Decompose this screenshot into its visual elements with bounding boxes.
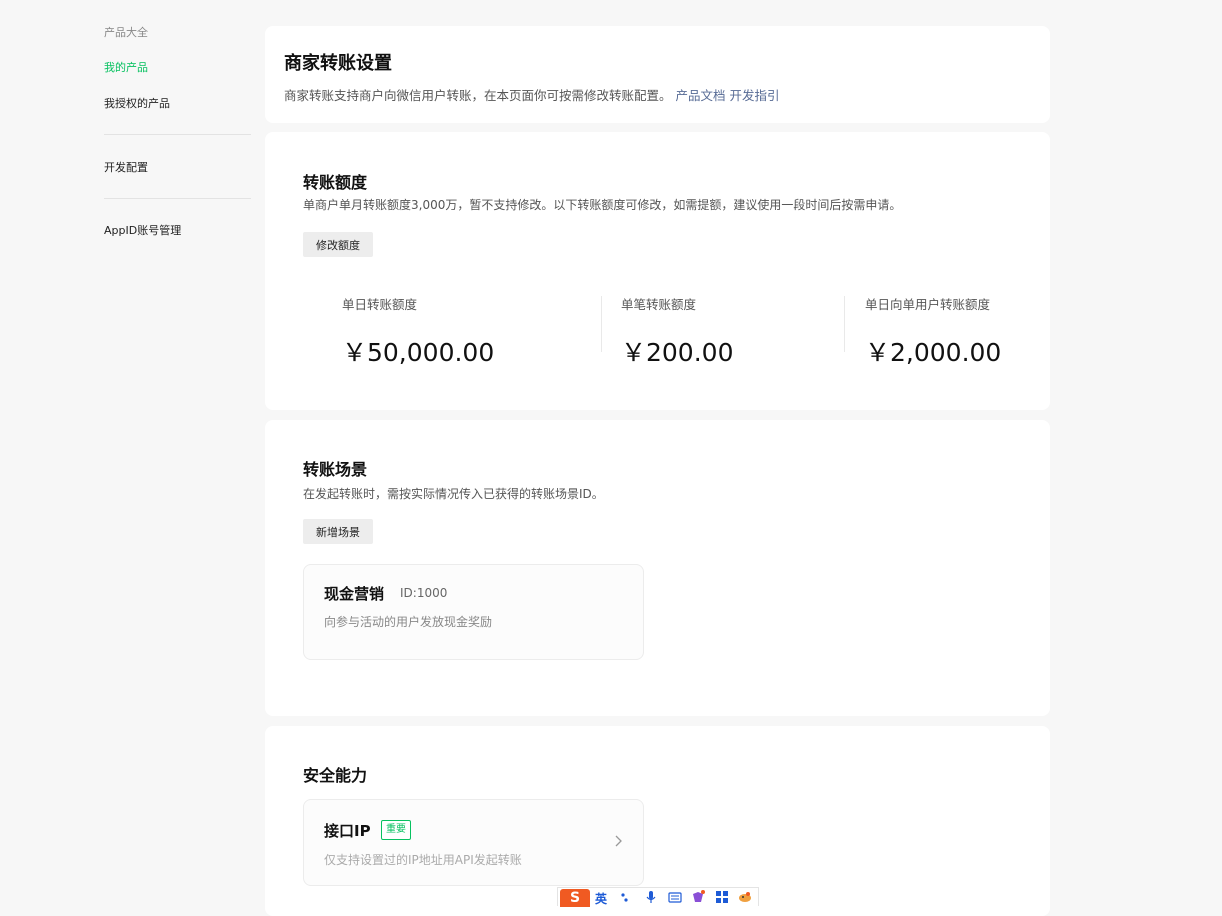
interface-ip-description: 仅支持设置过的IP地址用API发起转账 <box>324 853 522 867</box>
limit-label: 单日转账额度 <box>342 297 418 312</box>
transfer-scene-card: 转账场景 在发起转账时，需按实际情况传入已获得的转账场景ID。 新增场景 现金营… <box>265 420 1050 716</box>
scene-description: 向参与活动的用户发放现金奖励 <box>324 615 493 629</box>
sogou-logo-icon[interactable]: S <box>560 889 590 907</box>
dev-guide-link[interactable]: 开发指引 <box>730 88 780 103</box>
scene-name: 现金营销 <box>324 585 385 603</box>
scene-section-title: 转账场景 <box>303 460 368 479</box>
sidebar-item-dev-config[interactable]: 开发配置 <box>104 159 148 175</box>
transfer-limit-card: 转账额度 单商户单月转账额度3,000万，暂不支持修改。以下转账额度可修改，如需… <box>265 132 1050 410</box>
modify-limit-button[interactable]: 修改额度 <box>303 232 373 257</box>
per-transfer-limit: 单笔转账额度 ￥200.00 <box>621 294 733 369</box>
keyboard-icon[interactable] <box>668 890 682 904</box>
microphone-icon[interactable] <box>644 890 658 904</box>
sidebar-item-appid-management[interactable]: AppID账号管理 <box>104 222 181 238</box>
skin-icon[interactable] <box>691 890 705 904</box>
header-card: 商家转账设置 商家转账支持商户向微信用户转账，在本页面你可按需修改转账配置。 产品… <box>265 26 1050 123</box>
mascot-icon[interactable] <box>738 890 752 904</box>
limit-label: 单笔转账额度 <box>621 297 697 312</box>
sidebar-section-title: 产品大全 <box>104 26 148 39</box>
ime-language-toggle[interactable]: 英 <box>595 890 607 907</box>
scene-section-description: 在发起转账时，需按实际情况传入已获得的转账场景ID。 <box>303 487 604 501</box>
daily-per-user-limit: 单日向单用户转账额度 ￥2,000.00 <box>865 294 1001 369</box>
product-docs-link[interactable]: 产品文档 <box>676 88 726 103</box>
page-description-text: 商家转账支持商户向微信用户转账，在本页面你可按需修改转账配置。 <box>284 88 672 103</box>
scene-item: 现金营销 ID:1000 向参与活动的用户发放现金奖励 <box>303 564 644 660</box>
sidebar-item-my-products[interactable]: 我的产品 <box>104 59 148 75</box>
limit-value: ￥2,000.00 <box>865 338 1002 367</box>
punctuation-icon[interactable] <box>618 890 632 904</box>
interface-ip-item[interactable]: 接口IP 重要 仅支持设置过的IP地址用API发起转账 <box>303 799 644 886</box>
page-description: 商家转账支持商户向微信用户转账，在本页面你可按需修改转账配置。 产品文档 开发指引 <box>284 85 780 104</box>
important-badge: 重要 <box>381 820 411 840</box>
limit-section-title: 转账额度 <box>303 173 368 192</box>
sidebar-item-authorized-products[interactable]: 我授权的产品 <box>104 95 170 111</box>
add-scene-button[interactable]: 新增场景 <box>303 519 373 544</box>
limit-section-description: 单商户单月转账额度3,000万，暂不支持修改。以下转账额度可修改，如需提额，建议… <box>303 198 902 212</box>
security-section-title: 安全能力 <box>303 766 368 785</box>
limit-divider <box>601 296 602 352</box>
limit-value: ￥200.00 <box>621 338 734 367</box>
page-title: 商家转账设置 <box>284 53 392 74</box>
scene-id: ID:1000 <box>400 586 448 600</box>
interface-ip-title: 接口IP <box>324 822 371 840</box>
limit-divider <box>844 296 845 352</box>
limit-label: 单日向单用户转账额度 <box>865 297 991 312</box>
toolbox-grid-icon[interactable] <box>715 890 729 904</box>
sidebar-divider <box>104 134 251 135</box>
daily-limit: 单日转账额度 ￥50,000.00 <box>342 294 494 369</box>
limit-value: ￥50,000.00 <box>342 338 495 367</box>
sidebar-divider <box>104 198 251 199</box>
chevron-right-icon <box>615 835 622 847</box>
ime-toolbar: S 英 <box>557 887 759 907</box>
